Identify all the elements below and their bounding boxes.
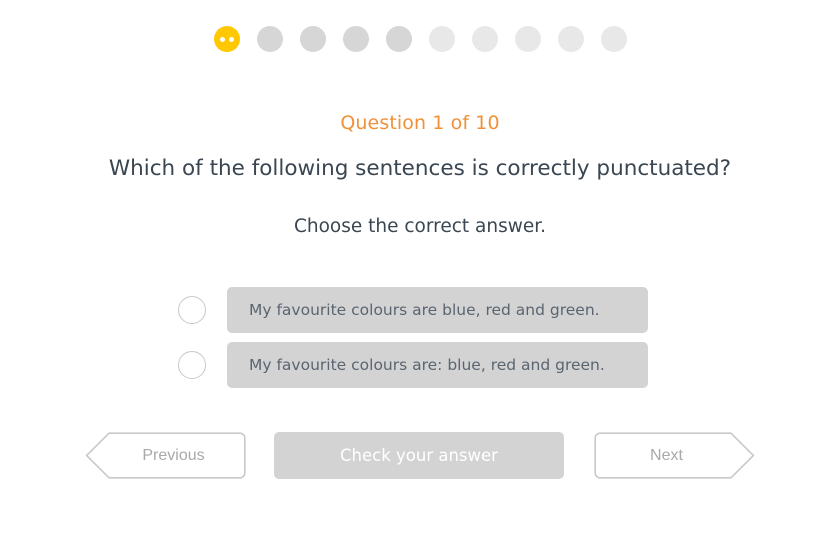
progress-dot-6[interactable] xyxy=(428,26,455,52)
answer-option-a-label[interactable]: My favourite colours are blue, red and g… xyxy=(227,287,648,333)
next-button[interactable]: Next xyxy=(594,432,755,479)
next-button-label: Next xyxy=(650,446,683,464)
previous-button[interactable]: Previous xyxy=(85,432,246,479)
progress-dot-1[interactable] xyxy=(213,26,240,52)
previous-button-label: Previous xyxy=(142,446,205,464)
answer-option-b-label[interactable]: My favourite colours are: blue, red and … xyxy=(227,342,648,388)
question-title: Which of the following sentences is corr… xyxy=(108,156,732,181)
progress-dot-4[interactable] xyxy=(342,26,369,52)
progress-dot-8[interactable] xyxy=(514,26,541,52)
answer-option-b[interactable]: My favourite colours are: blue, red and … xyxy=(178,342,648,388)
smiley-eye-right-icon xyxy=(228,36,234,42)
navigation-bar: Previous Check your answer Next xyxy=(0,432,840,479)
progress-dot-10[interactable] xyxy=(600,26,627,52)
check-answer-button-label: Check your answer xyxy=(340,446,498,465)
quiz-page: Question 1 of 10 Which of the following … xyxy=(0,0,840,536)
question-counter: Question 1 of 10 xyxy=(340,112,500,134)
progress-dot-2[interactable] xyxy=(256,26,283,52)
radio-button-a[interactable] xyxy=(178,296,206,324)
progress-dot-9[interactable] xyxy=(557,26,584,52)
progress-dot-7[interactable] xyxy=(471,26,498,52)
progress-dot-3[interactable] xyxy=(299,26,326,52)
answer-option-a[interactable]: My favourite colours are blue, red and g… xyxy=(178,287,648,333)
progress-dot-5[interactable] xyxy=(385,26,412,52)
progress-indicator xyxy=(0,26,840,52)
answer-options-list: My favourite colours are blue, red and g… xyxy=(178,287,648,397)
radio-button-b[interactable] xyxy=(178,351,206,379)
smiley-eye-left-icon xyxy=(219,36,225,42)
question-instruction: Choose the correct answer. xyxy=(293,216,547,237)
check-answer-button[interactable]: Check your answer xyxy=(274,432,564,479)
